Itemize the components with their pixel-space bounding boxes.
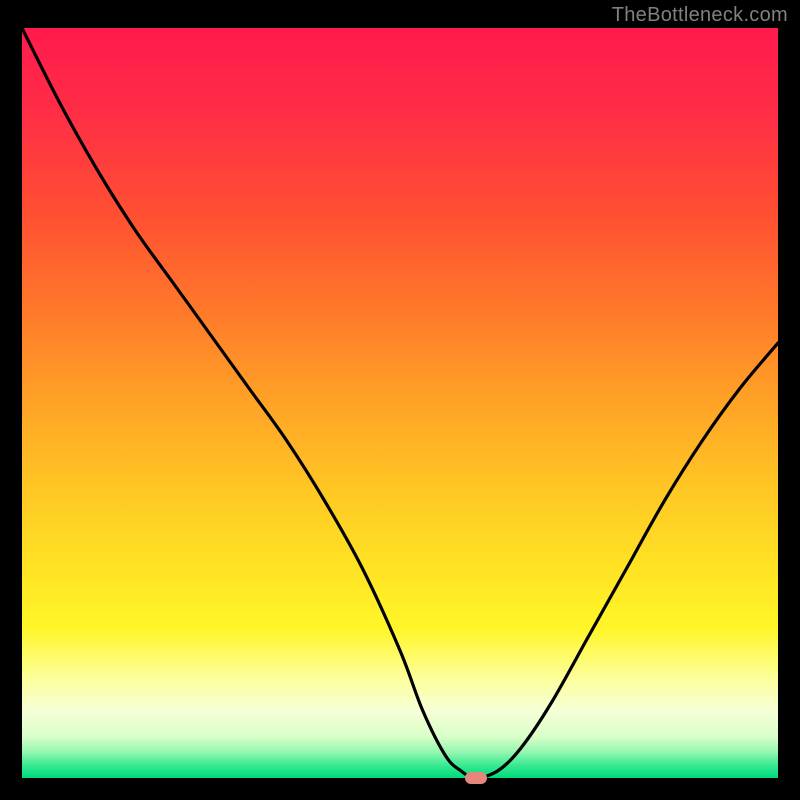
curve-layer bbox=[22, 28, 778, 778]
bottleneck-curve bbox=[22, 28, 778, 778]
watermark-text: TheBottleneck.com bbox=[612, 4, 788, 27]
plot-area bbox=[22, 28, 778, 778]
chart-frame: TheBottleneck.com bbox=[0, 0, 800, 800]
optimal-point-marker bbox=[465, 772, 487, 784]
